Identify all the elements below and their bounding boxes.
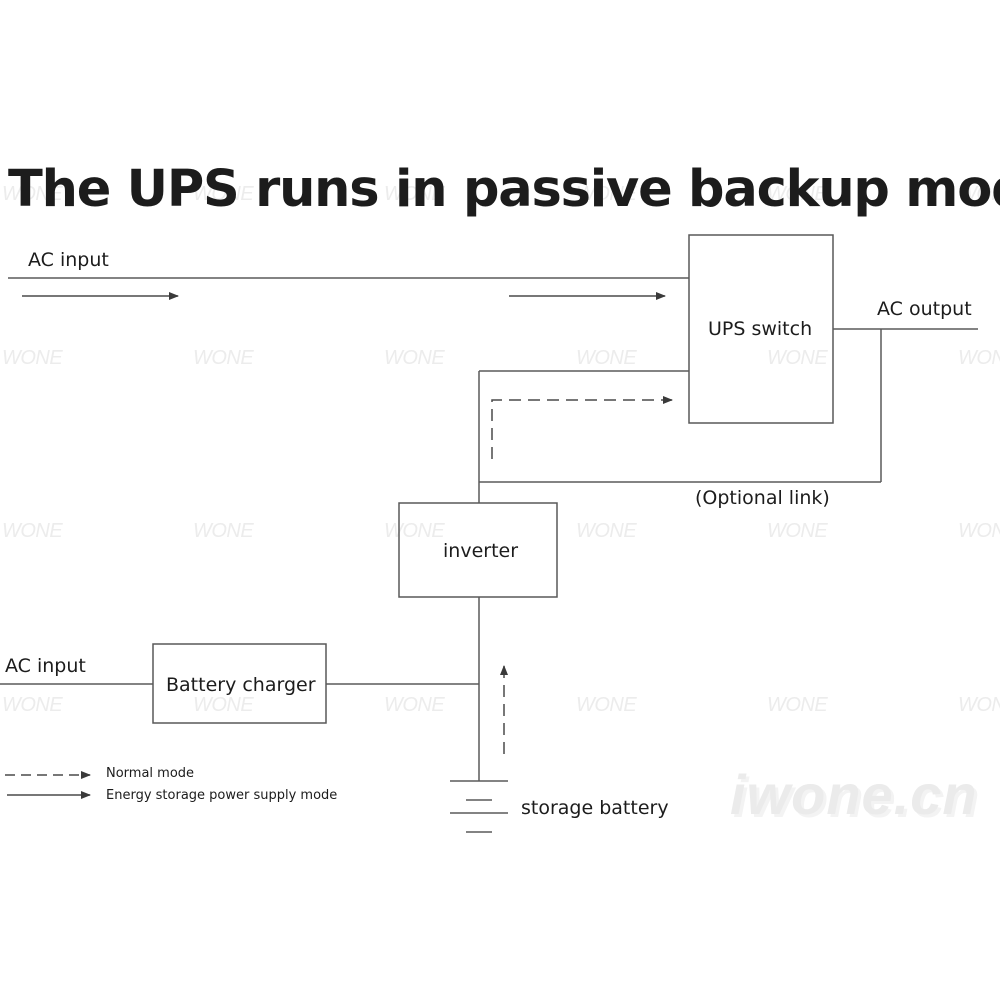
diagram-canvas: [0, 234, 978, 833]
battery-charger-label: Battery charger: [166, 674, 316, 696]
storage-battery-label: storage battery: [521, 797, 669, 819]
optional-link-label: (Optional link): [695, 487, 830, 509]
legend-label-normal: Normal mode: [106, 766, 195, 781]
battery-symbol-icon: [450, 780, 508, 833]
ac-input-label-top: AC input: [28, 249, 109, 271]
inverter-label: inverter: [443, 540, 519, 562]
legend-label-energy: Energy storage power supply mode: [106, 788, 338, 803]
ac-input-label-bottom: AC input: [5, 655, 86, 677]
flow-arrow-normal-upper: [491, 396, 673, 459]
ups-switch-label: UPS switch: [708, 318, 813, 340]
ac-output-label: AC output: [877, 298, 972, 320]
